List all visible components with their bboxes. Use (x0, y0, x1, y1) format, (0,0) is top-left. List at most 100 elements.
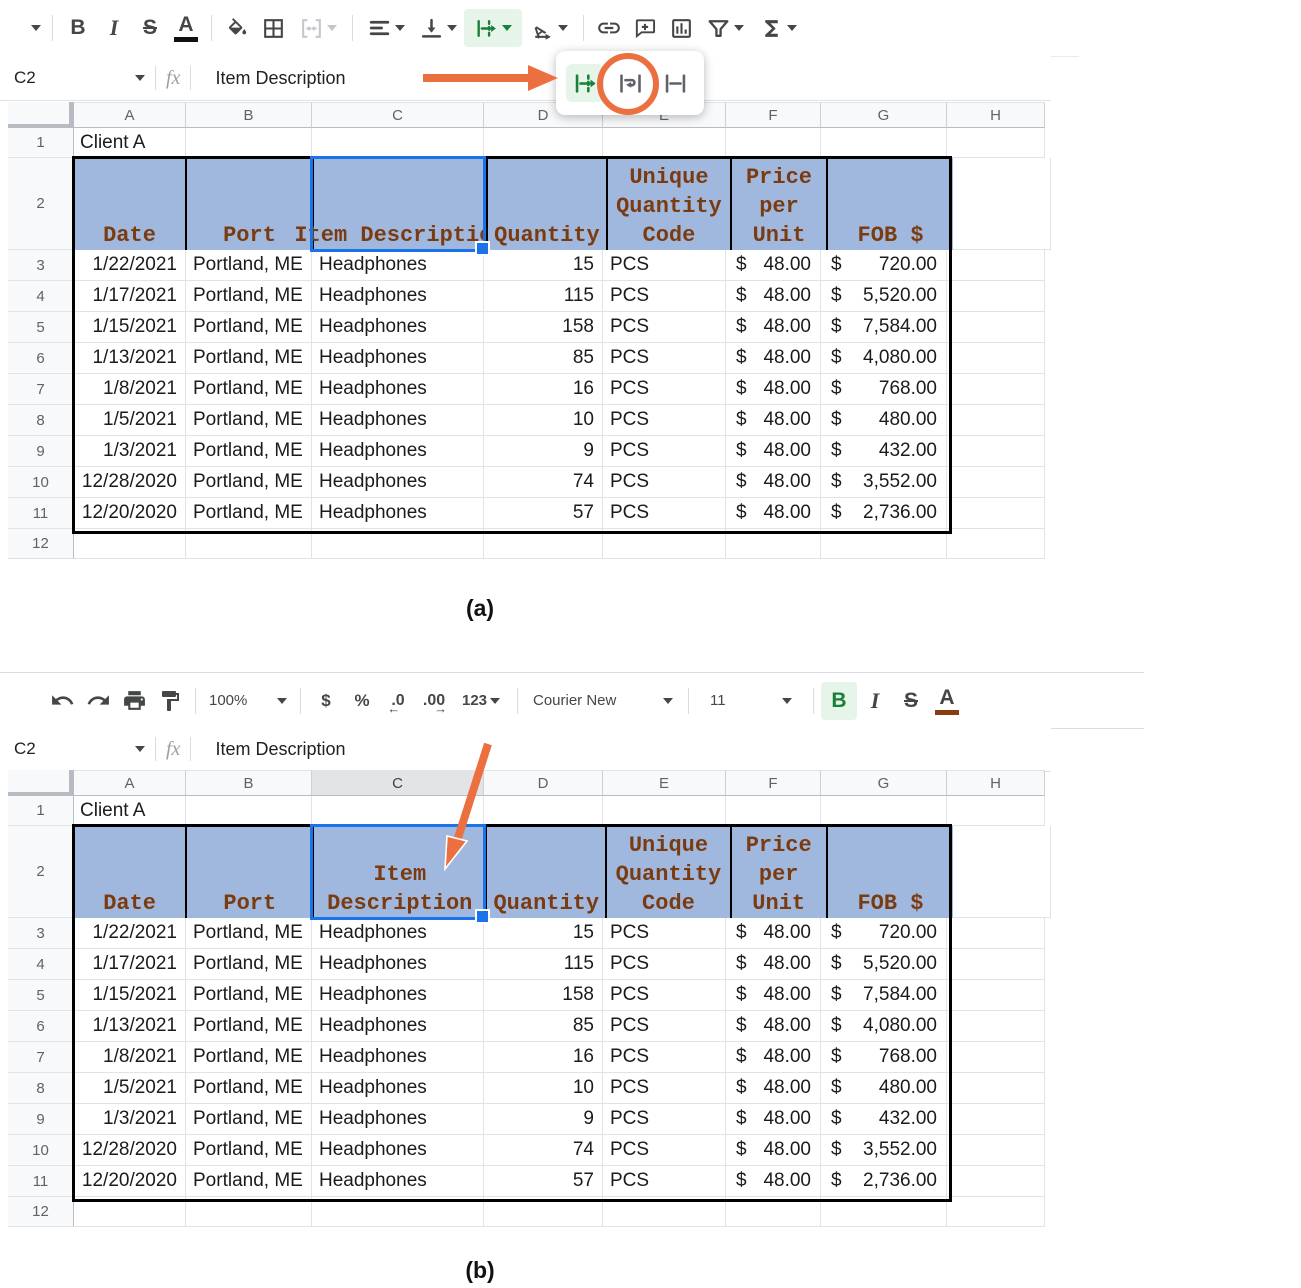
cell-A12[interactable] (74, 1197, 186, 1227)
cell-D11[interactable]: 57 (484, 1166, 603, 1197)
format-percent-button[interactable]: % (344, 682, 380, 720)
cell-F7[interactable]: $48.00 (726, 1042, 821, 1073)
cell-G1[interactable] (821, 796, 947, 826)
row-header-4[interactable]: 4 (8, 949, 74, 980)
cell-A4[interactable]: 1/17/2021 (74, 949, 186, 980)
cell-G7[interactable]: $768.00 (821, 1042, 947, 1073)
cell-A6[interactable]: 1/13/2021 (74, 343, 186, 374)
cell-A8[interactable]: 1/5/2021 (74, 405, 186, 436)
text-color-button[interactable]: A (168, 9, 204, 47)
cell-F9[interactable]: $48.00 (726, 1104, 821, 1135)
cell-G3[interactable]: $720.00 (821, 250, 947, 281)
cell-B3[interactable]: Portland, ME (186, 918, 312, 949)
cell-D8[interactable]: 10 (484, 405, 603, 436)
cell-B8[interactable]: Portland, ME (186, 405, 312, 436)
cell-B12[interactable] (186, 1197, 312, 1227)
cell-C1[interactable] (312, 128, 484, 158)
cell-C6[interactable]: Headphones (312, 1011, 484, 1042)
cell-G9[interactable]: $432.00 (821, 1104, 947, 1135)
header-cell-C2[interactable]: Item Description (312, 826, 485, 926)
cell-G12[interactable] (821, 1197, 947, 1227)
cell-D10[interactable]: 74 (484, 467, 603, 498)
cell-C7[interactable]: Headphones (312, 374, 484, 405)
fill-color-button[interactable] (219, 9, 255, 47)
decrease-decimal-button[interactable]: .0← (380, 682, 416, 720)
print-button[interactable] (116, 682, 152, 720)
cell-H9[interactable] (947, 1104, 1045, 1135)
cell-A4[interactable]: 1/17/2021 (74, 281, 186, 312)
font-family-select[interactable]: Courier New (525, 682, 681, 720)
cell-F1[interactable] (726, 128, 821, 158)
cell-A8[interactable]: 1/5/2021 (74, 1073, 186, 1104)
row-header-11[interactable]: 11 (8, 498, 74, 529)
cell-H11[interactable] (947, 498, 1045, 529)
column-header-G[interactable]: G (821, 102, 947, 128)
cell-B9[interactable]: Portland, ME (186, 1104, 312, 1135)
column-header-H[interactable]: H (947, 770, 1045, 796)
cell-F4[interactable]: $48.00 (726, 949, 821, 980)
undo-button[interactable] (44, 682, 80, 720)
cell-F10[interactable]: $48.00 (726, 1135, 821, 1166)
cell-B10[interactable]: Portland, ME (186, 1135, 312, 1166)
row-header-7[interactable]: 7 (8, 1042, 74, 1073)
header-cell-D2[interactable]: Quantity (485, 826, 605, 926)
cell-G7[interactable]: $768.00 (821, 374, 947, 405)
cell-H10[interactable] (947, 467, 1045, 498)
cell-G6[interactable]: $4,080.00 (821, 343, 947, 374)
cell-C12[interactable] (312, 1197, 484, 1227)
cell-F12[interactable] (726, 1197, 821, 1227)
cell-G11[interactable]: $2,736.00 (821, 498, 947, 529)
wrap-option-clip[interactable] (656, 64, 694, 102)
cell-E10[interactable]: PCS (603, 1135, 726, 1166)
cell-G4[interactable]: $5,520.00 (821, 281, 947, 312)
cell-C4[interactable]: Headphones (312, 281, 484, 312)
insert-comment-button[interactable] (627, 9, 663, 47)
cell-G5[interactable]: $7,584.00 (821, 312, 947, 343)
cell-D12[interactable] (484, 529, 603, 559)
fill-handle[interactable] (475, 241, 490, 256)
cell-E9[interactable]: PCS (603, 436, 726, 467)
cell-F1[interactable] (726, 796, 821, 826)
name-box-dropdown-icon[interactable] (135, 75, 145, 81)
cell-G10[interactable]: $3,552.00 (821, 1135, 947, 1166)
cell-H3[interactable] (947, 918, 1045, 949)
cell-F7[interactable]: $48.00 (726, 374, 821, 405)
cell-F5[interactable]: $48.00 (726, 980, 821, 1011)
functions-button[interactable] (751, 9, 805, 47)
row-header-6[interactable]: 6 (8, 1011, 74, 1042)
cell-A7[interactable]: 1/8/2021 (74, 1042, 186, 1073)
more-formats-button[interactable]: 123 (452, 682, 510, 720)
cell-A3[interactable]: 1/22/2021 (74, 918, 186, 949)
cell-F5[interactable]: $48.00 (726, 312, 821, 343)
cell-E3[interactable]: PCS (603, 918, 726, 949)
row-header-1[interactable]: 1 (8, 796, 74, 826)
cell-E11[interactable]: PCS (603, 498, 726, 529)
cell-A11[interactable]: 12/20/2020 (74, 1166, 186, 1197)
cell-D6[interactable]: 85 (484, 343, 603, 374)
header-cell-B2[interactable]: Port (185, 158, 312, 258)
cell-C5[interactable]: Headphones (312, 312, 484, 343)
cell-C8[interactable]: Headphones (312, 1073, 484, 1104)
row-header-2[interactable]: 2 (8, 158, 74, 250)
cell-A3[interactable]: 1/22/2021 (74, 250, 186, 281)
cell-F8[interactable]: $48.00 (726, 405, 821, 436)
cell-A9[interactable]: 1/3/2021 (74, 1104, 186, 1135)
row-header-9[interactable]: 9 (8, 436, 74, 467)
cell-D1[interactable] (484, 796, 603, 826)
cell-B7[interactable]: Portland, ME (186, 374, 312, 405)
cell-H3[interactable] (947, 250, 1045, 281)
header-cell-G2[interactable]: FOB $ (826, 826, 953, 926)
row-header-10[interactable]: 10 (8, 467, 74, 498)
cell-D6[interactable]: 85 (484, 1011, 603, 1042)
more-toolbar-dropdown-icon[interactable] (31, 25, 41, 31)
cell-A11[interactable]: 12/20/2020 (74, 498, 186, 529)
cell-D5[interactable]: 158 (484, 312, 603, 343)
cell-B5[interactable]: Portland, ME (186, 980, 312, 1011)
cell-F11[interactable]: $48.00 (726, 498, 821, 529)
cell-E5[interactable]: PCS (603, 312, 726, 343)
select-all-corner[interactable] (8, 770, 74, 796)
strikethrough-button[interactable]: S (893, 682, 929, 720)
cell-E7[interactable]: PCS (603, 1042, 726, 1073)
cell-A6[interactable]: 1/13/2021 (74, 1011, 186, 1042)
cell-E4[interactable]: PCS (603, 281, 726, 312)
